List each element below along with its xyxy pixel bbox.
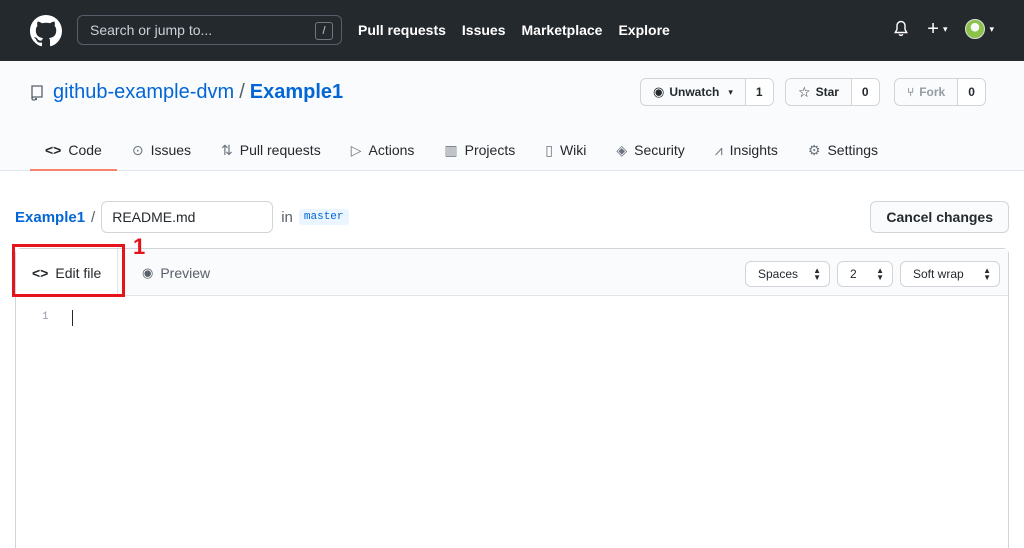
tab-issues[interactable]: ⊙ Issues [117,129,206,171]
tab-label: Wiki [559,142,587,158]
select-arrows-icon: ▲ ▼ [876,266,884,282]
tab-label: Settings [827,142,879,158]
search-input[interactable]: Search or jump to... / [77,15,342,45]
shield-icon: ◈ [616,141,628,158]
plus-icon: + [927,18,939,40]
code-editor-area[interactable]: 1 [16,296,1008,548]
in-label: in [281,208,293,226]
eye-icon: ◉ [142,264,154,280]
wrap-mode-select[interactable]: Soft wrap ▲ ▼ [900,261,1000,287]
indent-size-select[interactable]: 2 ▲ ▼ [837,261,893,287]
tab-insights[interactable]: ⩘ Insights [700,129,793,171]
breadcrumb-repo-link[interactable]: Example1 [15,209,85,226]
editor-options: Spaces ▲ ▼ 2 ▲ ▼ Soft wrap ▲ ▼ [745,261,1000,287]
play-icon: ▷ [350,141,362,158]
repo-icon [31,84,43,101]
tab-pull-requests[interactable]: ⇅ Pull requests [206,129,336,171]
tab-settings[interactable]: ⚙ Settings [793,129,893,171]
text-cursor [72,310,73,326]
tab-wiki[interactable]: ▯ Wiki [530,129,601,171]
eye-icon: ◉ [653,84,665,99]
fork-button-group: ⑂ Fork 0 [894,78,986,106]
line-number: 1 [42,311,49,323]
forks-count[interactable]: 0 [958,79,985,105]
tab-label: Security [634,142,685,158]
nav-marketplace[interactable]: Marketplace [522,22,603,38]
tab-code[interactable]: <> Code [30,129,117,171]
chevron-down-icon: ▾ [942,23,948,34]
watchers-count[interactable]: 1 [745,79,773,105]
chevron-down-icon: ▾ [728,86,733,97]
star-icon: ☆ [798,83,811,100]
global-nav: Pull requests Issues Marketplace Explore [358,22,670,38]
annotation-marker: 1 [133,234,146,259]
editor-toolbar: <> Edit file ◉ Preview Spaces ▲ ▼ 2 ▲ ▼ So… [16,249,1008,297]
indent-size-value: 2 [850,267,857,281]
tab-label: Actions [368,142,415,158]
breadcrumb-separator: / [91,208,96,226]
select-arrows-icon: ▲ ▼ [983,266,991,282]
branch-badge: master [298,209,349,225]
stars-count[interactable]: 0 [851,79,879,105]
tab-projects[interactable]: ▥ Projects [429,129,530,171]
gear-icon: ⚙ [807,141,821,158]
bell-icon[interactable] [893,20,909,38]
file-editor: <> Edit file ◉ Preview Spaces ▲ ▼ 2 ▲ ▼ So… [15,248,1009,548]
watch-button-group: ◉ Unwatch ▾ 1 [640,78,774,106]
unwatch-label: Unwatch [669,85,720,99]
tab-label: Insights [729,142,778,158]
github-logo-icon[interactable] [30,15,62,47]
tab-security[interactable]: ◈ Security [601,129,699,171]
indent-mode-select[interactable]: Spaces ▲ ▼ [745,261,830,287]
select-arrows-icon: ▲ ▼ [813,266,821,282]
fork-label: Fork [919,85,946,99]
book-icon: ▯ [545,141,553,158]
star-button-group: ☆ Star 0 [785,78,880,106]
cancel-changes-button[interactable]: Cancel changes [870,201,1009,233]
create-new-dropdown[interactable]: + ▾ [927,19,947,39]
star-button[interactable]: ☆ Star [786,79,852,105]
wrap-mode-value: Soft wrap [913,267,964,281]
repo-owner-link[interactable]: github-example-dvm [53,81,234,104]
tab-actions[interactable]: ▷ Actions [336,129,430,171]
project-icon: ▥ [444,141,458,158]
nav-pull-requests[interactable]: Pull requests [358,22,446,38]
user-menu[interactable]: ▾ [965,19,994,39]
search-placeholder: Search or jump to... [90,22,213,38]
filename-input[interactable]: README.md [101,201,274,233]
search-shortcut-badge: / [315,22,333,40]
annotation-highlight-box [12,244,125,297]
repo-title-separator: / [239,81,245,103]
tab-label: Issues [150,142,192,158]
header-actions: + ▾ ▾ [893,19,994,39]
repo-title: github-example-dvm / Example1 [30,81,343,104]
avatar [965,19,986,39]
preview-label: Preview [160,264,211,281]
graph-icon: ⩘ [714,141,723,158]
indent-mode-value: Spaces [758,267,799,281]
nav-issues[interactable]: Issues [462,22,506,38]
issue-icon: ⊙ [131,141,144,158]
fork-button[interactable]: ⑂ Fork [895,79,959,105]
code-icon: <> [45,142,62,158]
fork-icon: ⑂ [907,85,915,99]
repo-tabs: <> Code ⊙ Issues ⇅ Pull requests ▷ Actio… [30,129,893,171]
nav-explore[interactable]: Explore [618,22,669,38]
star-label: Star [815,85,839,99]
tab-label: Pull requests [239,142,321,158]
file-path-breadcrumb: Example1 / README.md in master [15,201,349,233]
chevron-down-icon: ▾ [989,23,994,34]
pull-request-icon: ⇅ [221,141,233,158]
repo-header: github-example-dvm / Example1 ◉ Unwatch … [0,61,1024,171]
global-header: Search or jump to... / Pull requests Iss… [0,0,1024,61]
tab-label: Code [68,142,102,158]
tab-label: Projects [464,142,516,158]
unwatch-button[interactable]: ◉ Unwatch ▾ [641,79,746,105]
repo-name-link[interactable]: Example1 [250,81,343,104]
